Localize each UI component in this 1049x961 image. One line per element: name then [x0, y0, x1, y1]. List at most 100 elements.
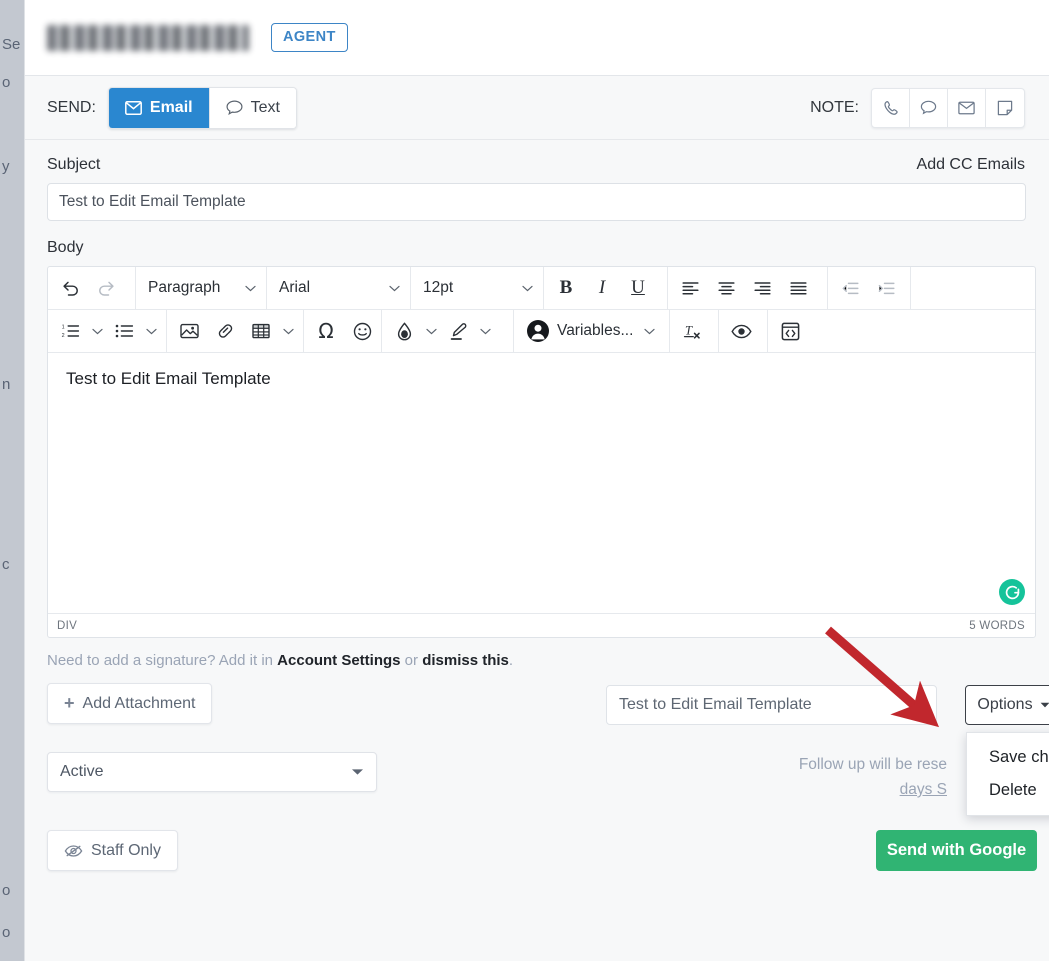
special-character-button[interactable]: Ω	[310, 315, 342, 347]
insert-image-button[interactable]	[173, 315, 205, 347]
numbered-list-caret[interactable]	[88, 315, 106, 347]
align-center-button[interactable]	[710, 272, 742, 304]
insert-table-button[interactable]	[245, 315, 277, 347]
account-settings-link[interactable]: Account Settings	[277, 652, 400, 669]
contact-name[interactable]	[47, 23, 249, 53]
emoji-button[interactable]	[346, 315, 378, 347]
backdrop-fragment: n	[2, 376, 11, 393]
align-left-button[interactable]	[674, 272, 706, 304]
bullet-list-caret[interactable]	[142, 315, 160, 347]
chevron-down-icon	[282, 328, 294, 334]
backdrop-fragment: Se	[2, 36, 21, 53]
note-phone-button[interactable]	[872, 88, 910, 127]
tab-email-label: Email	[149, 98, 193, 116]
editor-body[interactable]: Test to Edit Email Template	[48, 353, 1035, 613]
redo-button[interactable]	[90, 272, 122, 304]
template-select-value: Test to Edit Email Template	[619, 696, 812, 713]
align-justify-button[interactable]	[782, 272, 814, 304]
options-button[interactable]: Options	[965, 685, 1049, 725]
font-size-value: 12pt	[423, 279, 454, 296]
signature-notice-suffix: .	[508, 652, 514, 669]
agent-badge: AGENT	[271, 23, 348, 52]
subject-label: Subject	[47, 156, 101, 173]
underline-button[interactable]: U	[622, 272, 654, 304]
menu-item-delete[interactable]: Delete	[967, 774, 1049, 807]
send-with-google-button[interactable]: Send with Google	[876, 830, 1037, 871]
backdrop-fragment: o	[2, 924, 11, 941]
align-left-icon	[681, 282, 699, 295]
bold-button[interactable]: B	[550, 272, 582, 304]
text-color-caret[interactable]	[422, 315, 440, 347]
preview-button[interactable]	[725, 315, 757, 347]
chat-bubble-icon	[226, 100, 243, 115]
followup-line-2: days S	[899, 781, 947, 798]
clear-formatting-icon: T	[683, 323, 700, 339]
signature-notice-prefix: Need to add a signature? Add it in	[47, 652, 278, 669]
highlight-color-button[interactable]	[442, 315, 474, 347]
editor-element-path[interactable]: DIV	[57, 620, 77, 632]
history-group	[48, 266, 136, 310]
tab-text-label: Text	[250, 98, 280, 116]
align-right-button[interactable]	[746, 272, 778, 304]
block-format-select[interactable]: Paragraph	[140, 272, 262, 304]
highlight-color-caret[interactable]	[476, 315, 494, 347]
font-size-group: 12pt	[411, 266, 544, 310]
outdent-button[interactable]	[834, 272, 866, 304]
bullet-list-button[interactable]	[108, 315, 140, 347]
source-code-button[interactable]	[774, 315, 806, 347]
lower-controls: + Add Attachment Test to Edit Email Temp…	[47, 683, 1049, 816]
subject-row: Subject Add CC Emails	[47, 156, 1025, 174]
svg-text:T: T	[685, 323, 693, 337]
staff-only-button[interactable]: Staff Only	[47, 830, 178, 871]
numbered-list-button[interactable]: 1 2	[54, 315, 86, 347]
add-cc-emails-link[interactable]: Add CC Emails	[917, 156, 1025, 174]
send-with-google-label: Send with Google	[886, 841, 1027, 859]
status-select[interactable]: Active	[47, 752, 377, 792]
chevron-down-icon	[425, 328, 437, 334]
undo-button[interactable]	[54, 272, 86, 304]
font-family-group: Arial	[267, 266, 411, 310]
svg-text:1: 1	[61, 324, 64, 330]
modal-header: AGENT	[25, 0, 1049, 76]
chevron-down-icon	[479, 328, 491, 334]
insert-group	[167, 309, 304, 353]
signature-notice: Need to add a signature? Add it in Accou…	[47, 652, 1025, 669]
grammarly-icon[interactable]	[999, 579, 1025, 605]
clear-formatting-button[interactable]: T	[676, 315, 708, 347]
add-attachment-button[interactable]: + Add Attachment	[47, 683, 213, 724]
sticky-note-icon	[997, 100, 1013, 115]
envelope-icon	[958, 101, 975, 114]
font-family-select[interactable]: Arial	[271, 272, 406, 304]
note-sticky-button[interactable]	[986, 89, 1024, 127]
indent-button[interactable]	[870, 272, 902, 304]
insert-link-button[interactable]	[209, 315, 241, 347]
status-row: Active Follow up will be rese days S	[47, 752, 1025, 798]
menu-item-save-changes[interactable]: Save changes	[967, 741, 1049, 774]
compose-modal: AGENT SEND: Email Text NOTE: Subject Add…	[24, 0, 1049, 961]
variables-select[interactable]: Variables...	[518, 315, 661, 347]
send-label: SEND:	[47, 98, 96, 116]
chevron-down-icon	[522, 285, 533, 291]
highlighter-pen-icon	[450, 322, 466, 340]
italic-button[interactable]: I	[586, 272, 618, 304]
grammarly-glyph	[1005, 585, 1019, 599]
table-caret[interactable]	[279, 315, 297, 347]
tab-text[interactable]: Text	[209, 87, 296, 128]
chat-bubble-icon	[920, 100, 937, 115]
font-family-value: Arial	[279, 279, 311, 296]
chevron-down-icon	[245, 285, 256, 291]
symbol-group: Ω	[304, 309, 382, 353]
dismiss-this-link[interactable]: dismiss this	[422, 652, 509, 669]
note-text-button[interactable]	[910, 88, 948, 127]
undo-icon	[62, 281, 78, 296]
subject-input[interactable]	[47, 183, 1026, 221]
editor-toolbar-row-2: 1 2 Ω Variables... T	[48, 309, 1035, 353]
chevron-down-icon	[91, 328, 103, 334]
template-select[interactable]: Test to Edit Email Template	[606, 685, 937, 725]
text-color-button[interactable]	[388, 315, 420, 347]
note-email-button[interactable]	[948, 88, 986, 127]
align-center-icon	[717, 282, 735, 295]
chevron-down-icon	[145, 328, 157, 334]
font-size-select[interactable]: 12pt	[415, 272, 539, 304]
tab-email[interactable]: Email	[108, 87, 210, 128]
